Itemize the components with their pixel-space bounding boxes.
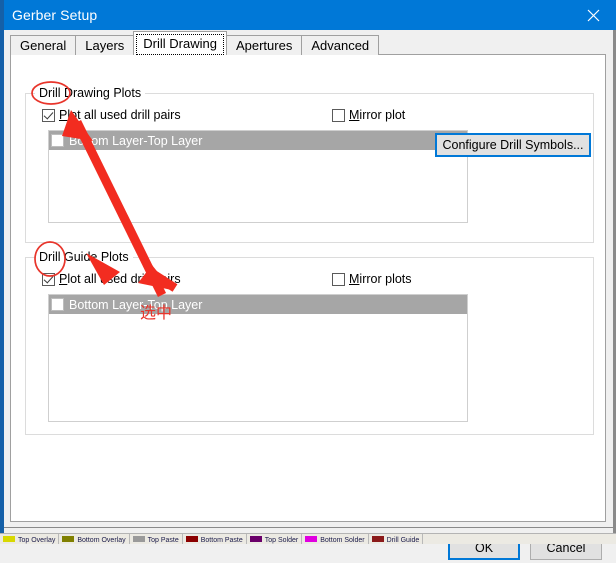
title-bar: Gerber Setup xyxy=(0,0,616,30)
checkbox-label: Plot all used drill pairs xyxy=(59,108,181,122)
tab-label: Advanced xyxy=(311,38,370,53)
tab-page-drill-drawing: Drill Drawing Plots Plot all used drill … xyxy=(10,54,606,522)
group-title: Drill Drawing Plots xyxy=(35,86,146,100)
layer-tab-label: Bottom Paste xyxy=(200,536,243,544)
list-item-label: Bottom Layer-Top Layer xyxy=(69,297,203,312)
tab-general[interactable]: General xyxy=(10,35,77,55)
layer-tab-label: Bottom Overlay xyxy=(77,536,126,544)
tab-label: Layers xyxy=(85,38,125,53)
group-drill-drawing-plots: Drill Drawing Plots Plot all used drill … xyxy=(25,86,594,243)
label-rest: irror plots xyxy=(359,272,412,286)
layer-color-swatch xyxy=(249,536,262,542)
checkbox-box xyxy=(42,108,55,122)
tab-label: Drill Drawing xyxy=(143,36,217,51)
layer-tab-label: Top Overlay xyxy=(18,536,56,544)
tab-label: General xyxy=(20,38,67,53)
layer-color-swatch xyxy=(305,536,318,542)
checkbox-label: Mirror plot xyxy=(349,108,405,122)
window-title: Gerber Setup xyxy=(12,7,98,23)
checkbox-label: Mirror plots xyxy=(349,272,412,286)
checkbox-mirror-plots[interactable]: Mirror plots xyxy=(332,272,412,286)
label-rest: lot all used drill pairs xyxy=(67,108,181,122)
tab-layers[interactable]: Layers xyxy=(75,35,135,55)
layer-color-swatch xyxy=(185,536,198,542)
checkbox-box xyxy=(332,108,345,122)
annotation-note: 选中 xyxy=(140,303,173,322)
tab-drill-drawing[interactable]: Drill Drawing xyxy=(133,31,227,55)
list-item-checkbox[interactable] xyxy=(51,134,64,147)
tab-label: Apertures xyxy=(235,38,293,53)
group-drill-guide-plots: Drill Guide Plots Plot all used drill pa… xyxy=(25,250,594,435)
group-title: Drill Guide Plots xyxy=(35,250,133,264)
layer-tab-label: Drill Guide xyxy=(386,536,420,544)
checkbox-mirror-plot[interactable]: Mirror plot xyxy=(332,108,405,122)
configure-drill-symbols-button[interactable]: Configure Drill Symbols... xyxy=(435,133,591,157)
list-item[interactable]: Bottom Layer-Top Layer xyxy=(49,295,467,314)
list-item-label: Bottom Layer-Top Layer xyxy=(69,133,203,148)
layer-color-swatch xyxy=(371,536,384,542)
checkbox-plot-all-used-drill-pairs-guide[interactable]: Plot all used drill pairs xyxy=(42,272,181,286)
drill-pairs-list-drawing[interactable]: Bottom Layer-Top Layer xyxy=(48,130,468,223)
list-item-checkbox[interactable] xyxy=(51,298,64,311)
layer-tab-label: Top Paste xyxy=(147,536,179,544)
layer-color-swatch xyxy=(3,536,15,542)
layer-tab-strip: Top Overlay Bottom Overlay Top Paste Bot… xyxy=(0,533,616,544)
tab-apertures[interactable]: Apertures xyxy=(225,35,303,55)
accel-char: M xyxy=(349,108,360,122)
tab-advanced[interactable]: Advanced xyxy=(301,35,380,55)
checkbox-box xyxy=(332,272,345,286)
dialog-body: General Layers Drill Drawing Apertures A… xyxy=(0,30,616,563)
drill-pairs-list-guide[interactable]: Bottom Layer-Top Layer xyxy=(48,294,468,422)
checkbox-label: Plot all used drill pairs xyxy=(59,272,181,286)
checkbox-plot-all-used-drill-pairs-drawing[interactable]: Plot all used drill pairs xyxy=(42,108,181,122)
layer-color-swatch xyxy=(62,536,75,542)
accel-char: M xyxy=(349,272,360,286)
checkbox-box xyxy=(42,272,55,286)
list-item[interactable]: Bottom Layer-Top Layer xyxy=(49,131,467,150)
label-rest: lot all used drill pairs xyxy=(67,272,181,286)
window-left-edge xyxy=(0,0,4,543)
close-icon[interactable] xyxy=(570,0,616,30)
button-label: Configure Drill Symbols... xyxy=(442,138,584,152)
gerber-setup-dialog: Gerber Setup General Layers Drill Drawin… xyxy=(0,0,616,563)
layer-tab-label: Bottom Solder xyxy=(320,536,365,544)
layer-color-swatch xyxy=(132,536,145,542)
label-rest: irror plot xyxy=(359,108,406,122)
layer-tab-label: Top Solder xyxy=(264,536,299,544)
tab-strip: General Layers Drill Drawing Apertures A… xyxy=(10,31,380,55)
